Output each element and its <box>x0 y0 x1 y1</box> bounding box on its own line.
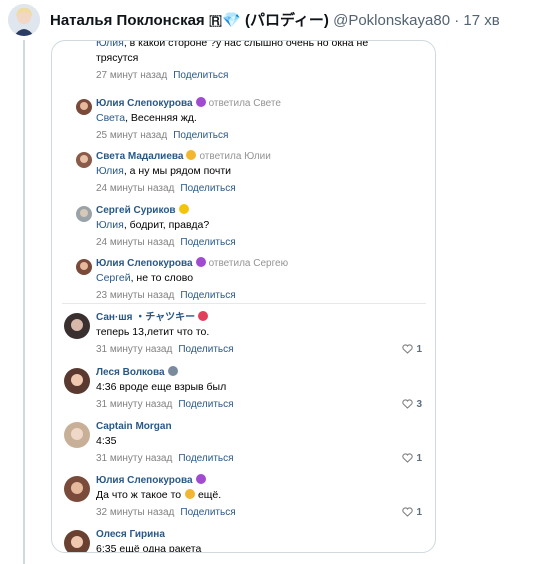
tweet-header: Наталья Поклонская 🇷💎 (パロディー) @Poklonska… <box>0 0 534 36</box>
comment-text: Юлия, а ну мы рядом почти <box>96 165 232 177</box>
comments-feed: Юлия, в какой стороне ?у нас слышно очен… <box>52 41 435 552</box>
share-link[interactable]: Поделиться <box>180 237 235 248</box>
like-count: 1 <box>416 453 422 464</box>
comment-time[interactable]: 31 минуту назад <box>96 399 172 410</box>
comment-time[interactable]: 24 минуты назад <box>96 237 174 248</box>
comment-text: теперь 13,летит что то. <box>96 326 210 338</box>
comment-author[interactable]: Юлия Слепокурова <box>96 98 193 109</box>
comment-meta: 31 минуту назад Поделиться <box>96 398 234 411</box>
comment-meta: 25 минут назад Поделиться <box>96 129 281 142</box>
comment-time[interactable]: 31 минуту назад <box>96 344 172 355</box>
author-avatar[interactable] <box>8 4 40 36</box>
comment-meta: 24 минуты назад Поделиться <box>96 236 236 249</box>
comment-meta: 24 минуты назад Поделиться <box>96 182 271 195</box>
share-link[interactable]: Поделиться <box>173 130 228 141</box>
avatar[interactable] <box>64 368 90 394</box>
replied-to[interactable]: ответила Юлии <box>199 151 270 162</box>
cat-emoji-icon <box>167 366 178 376</box>
comment-meta: 32 минуты назад Поделиться <box>96 506 236 519</box>
comment-time[interactable]: 25 минут назад <box>96 130 167 141</box>
share-link[interactable]: Поделиться <box>180 183 235 194</box>
share-link[interactable]: Поделиться <box>178 453 233 464</box>
comment-text: Юлия, бодрит, правда? <box>96 219 210 231</box>
comment-text: Юлия, в какой стороне ?у нас слышно очен… <box>96 40 369 49</box>
like-count: 3 <box>416 399 422 410</box>
comment-author[interactable]: Юлия Слепокурова <box>96 258 193 269</box>
avatar[interactable] <box>64 476 90 502</box>
avatar[interactable] <box>64 530 90 552</box>
thread-line <box>23 40 25 564</box>
comment-author[interactable]: Света Мадалиева <box>96 151 183 162</box>
avatar[interactable] <box>76 259 92 275</box>
comment-time[interactable]: 23 минуты назад <box>96 290 174 301</box>
emoji-icon <box>186 150 197 160</box>
like-button[interactable]: 1 <box>402 507 422 520</box>
gem-icon: 💎 <box>222 12 241 29</box>
comment-meta: 31 минуту назад Поделиться <box>96 343 234 356</box>
like-count: 1 <box>416 507 422 518</box>
emoji-icon <box>195 474 206 484</box>
comment-meta: 27 минут назад Поделиться <box>96 69 368 82</box>
share-link[interactable]: Поделиться <box>173 70 228 81</box>
comment-time[interactable]: 31 минуту назад <box>96 453 172 464</box>
share-link[interactable]: Поделиться <box>180 290 235 301</box>
divider <box>62 303 426 304</box>
comment-author[interactable]: Сергей Суриков <box>96 205 176 216</box>
comment-text: 4:35 <box>96 435 117 447</box>
emoji-icon <box>195 97 206 107</box>
comment-text: 4:36 вроде еще взрыв был <box>96 381 227 393</box>
share-link[interactable]: Поделиться <box>180 507 235 518</box>
comment-time[interactable]: 32 минуты назад <box>96 507 174 518</box>
heart-icon <box>402 399 414 412</box>
heart-icon <box>402 507 414 520</box>
author-suffix: (パロディー) <box>244 12 329 29</box>
comment-author[interactable]: Олеся Гирина <box>96 529 165 540</box>
avatar[interactable] <box>64 422 90 448</box>
comment-time[interactable]: 27 минут назад <box>96 70 167 81</box>
author-handle[interactable]: @Poklonskaya80 · 17 хв <box>333 12 500 29</box>
comment-meta: 23 минуты назад Поделиться <box>96 289 288 302</box>
tweet-author-line: Наталья Поклонская 🇷💎 (パロディー) @Poklonska… <box>50 9 500 30</box>
like-button[interactable]: 1 <box>402 453 422 466</box>
worried-emoji-icon <box>185 489 196 499</box>
embedded-screenshot: Юлия, в какой стороне ?у нас слышно очен… <box>51 40 436 553</box>
comment-author[interactable]: Сан·шя ・チャツキー <box>96 312 195 323</box>
comment-author[interactable]: Леся Волкова <box>96 367 165 378</box>
heart-icon <box>402 453 414 466</box>
heart-icon <box>402 344 414 357</box>
comment-meta: 31 минуту назад Поделиться <box>96 452 234 465</box>
like-button[interactable]: 1 <box>402 344 422 357</box>
emoji-icon <box>178 204 189 214</box>
author-name[interactable]: Наталья Поклонская 🇷 <box>50 12 222 29</box>
comment-text: Да что ж такое то ещё. <box>96 489 222 501</box>
avatar[interactable] <box>76 206 92 222</box>
comment-text: 6:35 ещё одна ракета <box>96 543 202 553</box>
comment-text: Сергей, не то слово <box>96 272 194 284</box>
comment-time[interactable]: 24 минуты назад <box>96 183 174 194</box>
replied-to[interactable]: ответила Свете <box>209 98 281 109</box>
like-count: 1 <box>416 344 422 355</box>
avatar[interactable] <box>76 99 92 115</box>
avatar[interactable] <box>64 313 90 339</box>
avatar[interactable] <box>76 152 92 168</box>
comment-text-line2: трясутся <box>96 52 139 64</box>
comment-author[interactable]: Юлия Слепокурова <box>96 475 193 486</box>
emoji-icon <box>195 257 206 267</box>
lips-emoji-icon <box>198 311 209 321</box>
comment-author[interactable]: Captain Morgan <box>96 421 172 432</box>
share-link[interactable]: Поделиться <box>178 344 233 355</box>
share-link[interactable]: Поделиться <box>178 399 233 410</box>
comment-text: Света, Весенняя жд. <box>96 112 197 124</box>
replied-to[interactable]: ответила Сергею <box>209 258 289 269</box>
like-button[interactable]: 3 <box>402 399 422 412</box>
